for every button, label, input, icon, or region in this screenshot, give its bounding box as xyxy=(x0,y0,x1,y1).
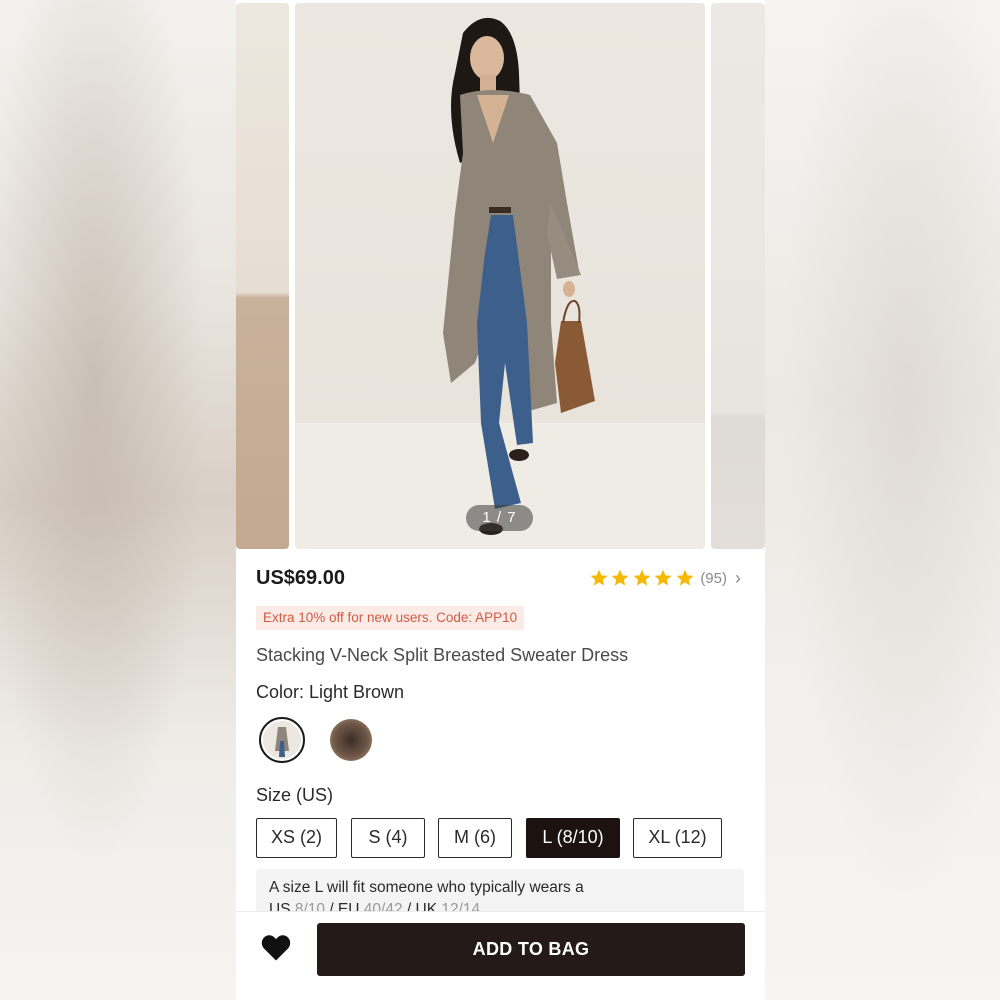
gallery-prev-image[interactable] xyxy=(236,3,289,549)
chevron-right-icon: › xyxy=(735,567,741,588)
star-icon xyxy=(633,569,651,586)
star-icon xyxy=(654,569,672,586)
gallery-next-image[interactable] xyxy=(711,3,765,549)
size-option-s[interactable]: S (4) xyxy=(351,818,425,858)
product-page: 1 / 7 US$69.00 (95) › Extra 10% off for … xyxy=(236,0,765,1000)
color-label: Color: Light Brown xyxy=(256,682,405,702)
product-title: Stacking V-Neck Split Breasted Sweater D… xyxy=(256,645,629,665)
rating-count: (95) xyxy=(700,569,727,587)
background-right xyxy=(764,0,1000,1000)
swatch-thumbnail xyxy=(263,721,301,759)
star-icon xyxy=(590,569,608,586)
size-option-l[interactable]: L (8/10) xyxy=(526,818,620,858)
star-icon xyxy=(611,569,629,586)
promo-badge: Extra 10% off for new users. Code: APP10 xyxy=(256,606,525,630)
background-left xyxy=(0,0,236,1000)
gallery-main-image[interactable]: 1 / 7 xyxy=(295,3,705,549)
add-to-bag-button[interactable]: ADD TO BAG xyxy=(317,923,745,976)
bottom-action-bar: ADD TO BAG xyxy=(236,911,765,1000)
color-swatch-light-brown[interactable] xyxy=(259,717,305,763)
product-price: US$69.00 xyxy=(256,567,345,589)
rating-summary[interactable]: (95) › xyxy=(589,567,741,589)
star-icon xyxy=(676,569,694,586)
heart-icon[interactable] xyxy=(261,934,291,962)
image-gallery[interactable]: 1 / 7 xyxy=(236,0,765,552)
size-label: Size (US) xyxy=(256,785,334,805)
model-photo xyxy=(295,17,705,549)
size-option-m[interactable]: M (6) xyxy=(438,818,512,858)
size-option-xl[interactable]: XL (12) xyxy=(633,818,722,858)
fit-note-line-1: A size L will fit someone who typically … xyxy=(269,879,584,896)
image-counter: 1 / 7 xyxy=(466,505,533,531)
size-option-xs[interactable]: XS (2) xyxy=(256,818,337,858)
color-swatch-dark-brown[interactable] xyxy=(330,719,372,761)
